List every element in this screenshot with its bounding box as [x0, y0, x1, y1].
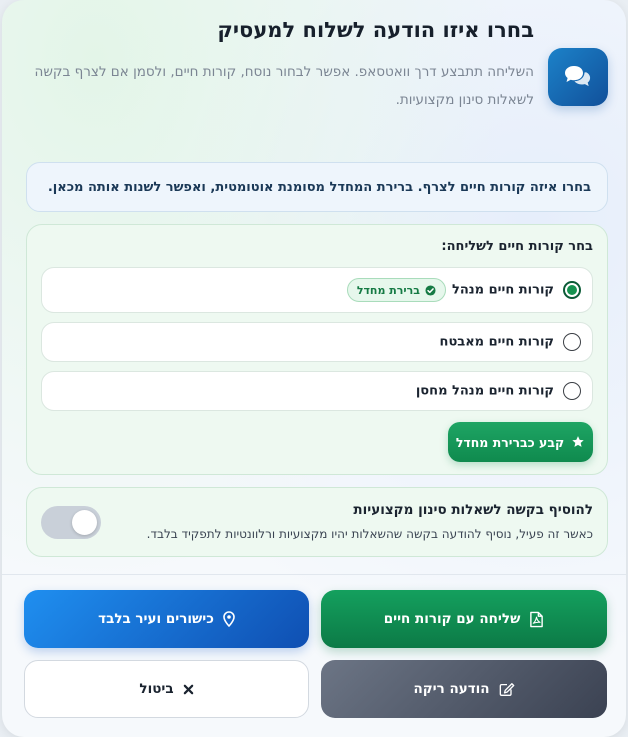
- set-default-label: קבע כברירת מחדל: [455, 434, 565, 450]
- screening-toggle-description: כאשר זה פעיל, נוסיף להודעה בקשה שהשאלות …: [146, 527, 593, 541]
- pdf-file-icon: [530, 611, 544, 627]
- cv-selection-panel: בחר קורות חיים לשליחה: קורות חיים מנהל ב…: [26, 224, 608, 475]
- cancel-button[interactable]: ביטול: [24, 660, 309, 718]
- empty-message-label: הודעה ריקה: [413, 681, 490, 697]
- default-badge: ברירת מחדל: [346, 278, 446, 302]
- screening-toggle-switch[interactable]: [41, 506, 101, 539]
- cv-option-security-guard[interactable]: קורות חיים מאבטח: [41, 322, 593, 362]
- send-message-dialog: בחרו איזו הודעה לשלוח למעסיק השליחה תתבצ…: [2, 0, 626, 737]
- cv-option-radio[interactable]: [563, 333, 581, 351]
- dialog-title: בחרו איזו הודעה לשלוח למעסיק: [217, 18, 534, 42]
- cv-option-label: קורות חיים מאבטח: [439, 334, 554, 350]
- map-pin-icon: [223, 611, 235, 627]
- dialog-subtitle: השליחה תתבצע דרך וואטסאפ. אפשר לבחור נוס…: [34, 64, 534, 108]
- default-badge-label: ברירת מחדל: [356, 283, 420, 297]
- cancel-label: ביטול: [139, 681, 174, 697]
- cv-info-text: בחרו איזה קורות חיים לצרף. ברירת המחדל מ…: [47, 179, 591, 195]
- cv-option-label: קורות חיים מנהל מחסן: [415, 383, 554, 399]
- send-with-cv-button[interactable]: שליחה עם קורות חיים: [321, 590, 607, 648]
- cv-option-radio[interactable]: [563, 382, 581, 400]
- cv-info-box: בחרו איזה קורות חיים לצרף. ברירת המחדל מ…: [26, 162, 608, 212]
- chat-bubbles-icon: [548, 48, 608, 106]
- edit-icon: [499, 682, 514, 696]
- screening-questions-panel: להוסיף בקשה לשאלות סינון מקצועיות כאשר ז…: [26, 487, 608, 557]
- empty-message-button[interactable]: הודעה ריקה: [321, 660, 607, 718]
- skills-and-city-label: כישורים ועיר בלבד: [98, 611, 214, 627]
- star-icon: [572, 436, 584, 447]
- send-with-cv-label: שליחה עם קורות חיים: [383, 611, 521, 627]
- skills-and-city-button[interactable]: כישורים ועיר בלבד: [24, 590, 309, 648]
- cv-option-radio[interactable]: [563, 281, 581, 299]
- cv-section-heading: בחר קורות חיים לשליחה:: [441, 239, 593, 254]
- set-default-button[interactable]: קבע כברירת מחדל: [448, 422, 593, 462]
- cv-option-warehouse-manager[interactable]: קורות חיים מנהל מחסן: [41, 371, 593, 411]
- check-circle-icon: [425, 284, 436, 296]
- divider: [2, 574, 626, 575]
- cv-option-label: קורות חיים מנהל: [452, 282, 554, 298]
- cv-option-manager[interactable]: קורות חיים מנהל ברירת מחדל: [41, 267, 593, 313]
- toggle-knob: [72, 510, 97, 535]
- close-icon: [183, 684, 193, 694]
- screening-toggle-title: להוסיף בקשה לשאלות סינון מקצועיות: [353, 502, 593, 518]
